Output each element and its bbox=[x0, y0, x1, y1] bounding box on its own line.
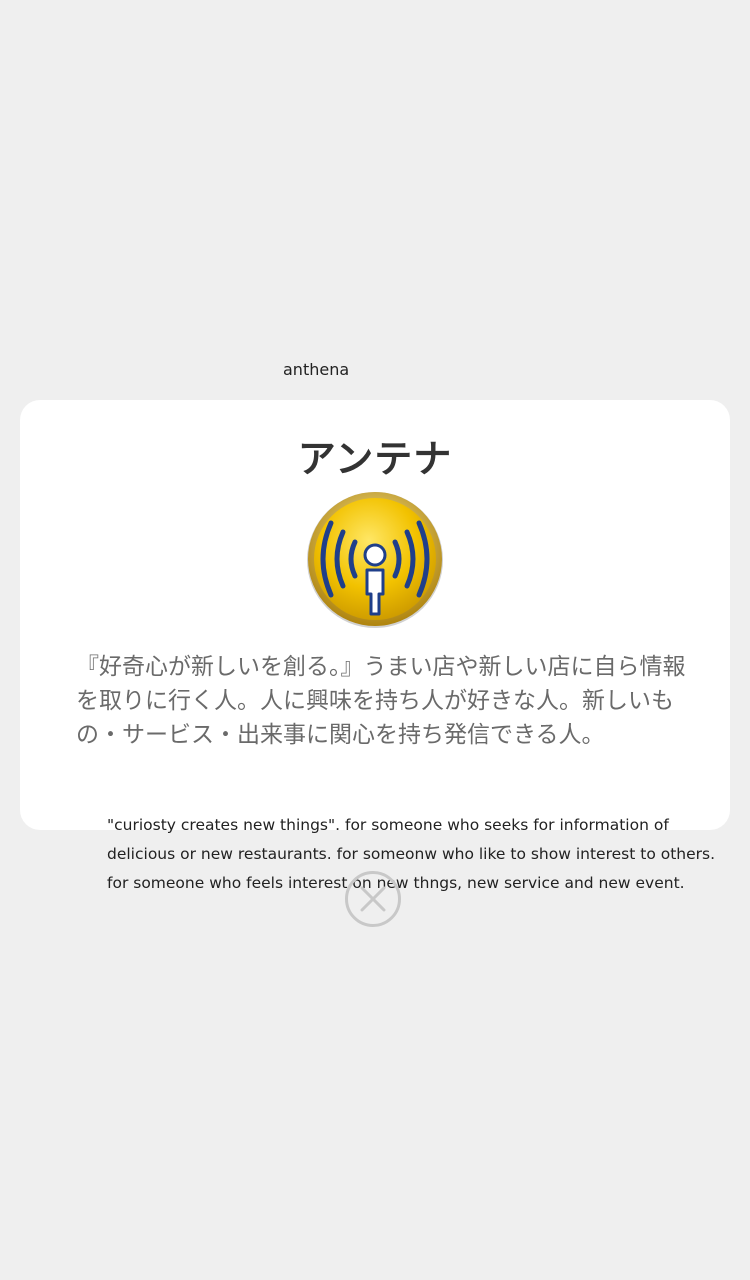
description-english: "curiosty creates new things". for someo… bbox=[107, 816, 716, 892]
antenna-logo-icon bbox=[305, 490, 445, 630]
description-japanese: 『好奇心が新しいを創る。』うまい店や新しい店に自ら情報を取りに行く人。人に興味を… bbox=[76, 654, 686, 748]
close-icon bbox=[360, 886, 386, 912]
close-button[interactable] bbox=[345, 871, 401, 927]
card-title: アンテナ bbox=[297, 437, 453, 481]
app-name-label: anthena bbox=[283, 360, 350, 379]
info-card: アンテナ 『好奇心が新しいを創る。』うまい店や新しい店に自ら情報を取りに行く人。… bbox=[20, 400, 730, 830]
